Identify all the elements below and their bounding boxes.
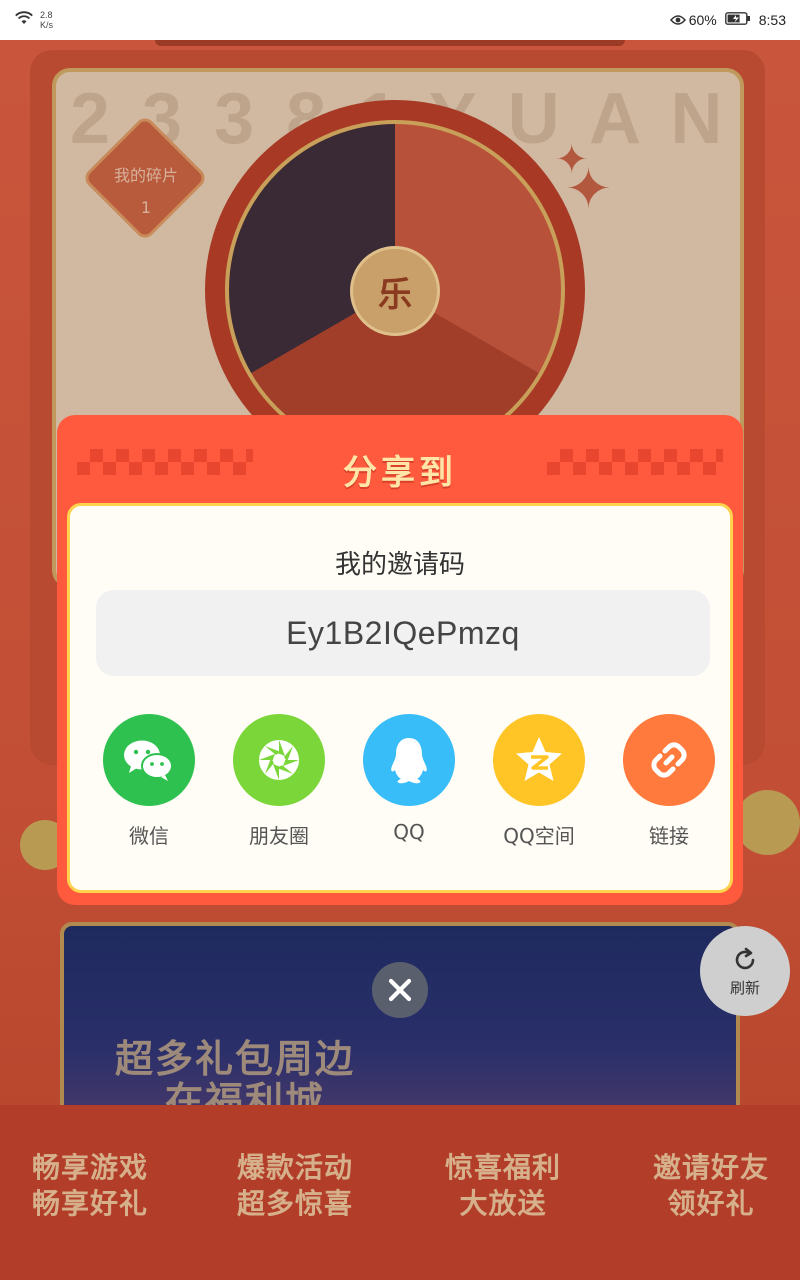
moments-icon xyxy=(233,714,325,806)
share-link-label: 链接 xyxy=(649,824,689,848)
wifi-icon xyxy=(14,10,34,30)
clock: 8:53 xyxy=(758,12,786,28)
share-wechat-button[interactable]: 微信 xyxy=(84,714,214,849)
battery-icon xyxy=(724,12,751,28)
share-wechat-label: 微信 xyxy=(129,824,169,848)
share-qq-button[interactable]: QQ xyxy=(344,714,474,844)
eye-comfort-indicator: 60% xyxy=(669,12,717,28)
battery-percent: 60% xyxy=(688,12,717,28)
share-moments-label: 朋友圈 xyxy=(249,824,309,848)
status-left: 2.8 K/s xyxy=(14,10,53,30)
eye-icon xyxy=(669,15,686,25)
link-icon xyxy=(623,714,715,806)
share-targets: 微信 朋友圈 QQ QQ空间 链接 xyxy=(84,714,724,854)
status-right: 60% 8:53 xyxy=(669,12,786,28)
invite-code-label: 我的邀请码 xyxy=(334,550,465,580)
dialog-title: 分享到 xyxy=(343,453,457,493)
share-link-button[interactable]: 链接 xyxy=(604,714,734,849)
share-qzone-label: QQ空间 xyxy=(503,824,575,848)
close-icon xyxy=(388,978,412,1002)
wechat-icon xyxy=(103,714,195,806)
qzone-icon xyxy=(493,714,585,806)
network-speed: 2.8 K/s xyxy=(40,10,54,30)
share-dialog: 分享到 我的邀请码 Ey1B2IQePmzq 微信 朋友圈 QQ QQ空间 链接 xyxy=(57,415,743,905)
share-qq-label: QQ xyxy=(393,820,425,844)
invite-code-field[interactable]: Ey1B2IQePmzq xyxy=(96,590,710,676)
share-qzone-button[interactable]: QQ空间 xyxy=(474,714,604,849)
qq-icon xyxy=(363,714,455,806)
share-moments-button[interactable]: 朋友圈 xyxy=(214,714,344,849)
status-bar: 2.8 K/s 60% 8:53 xyxy=(0,0,800,40)
dialog-body: 我的邀请码 Ey1B2IQePmzq 微信 朋友圈 QQ QQ空间 链接 xyxy=(67,503,733,893)
close-dialog-button[interactable] xyxy=(372,962,428,1018)
